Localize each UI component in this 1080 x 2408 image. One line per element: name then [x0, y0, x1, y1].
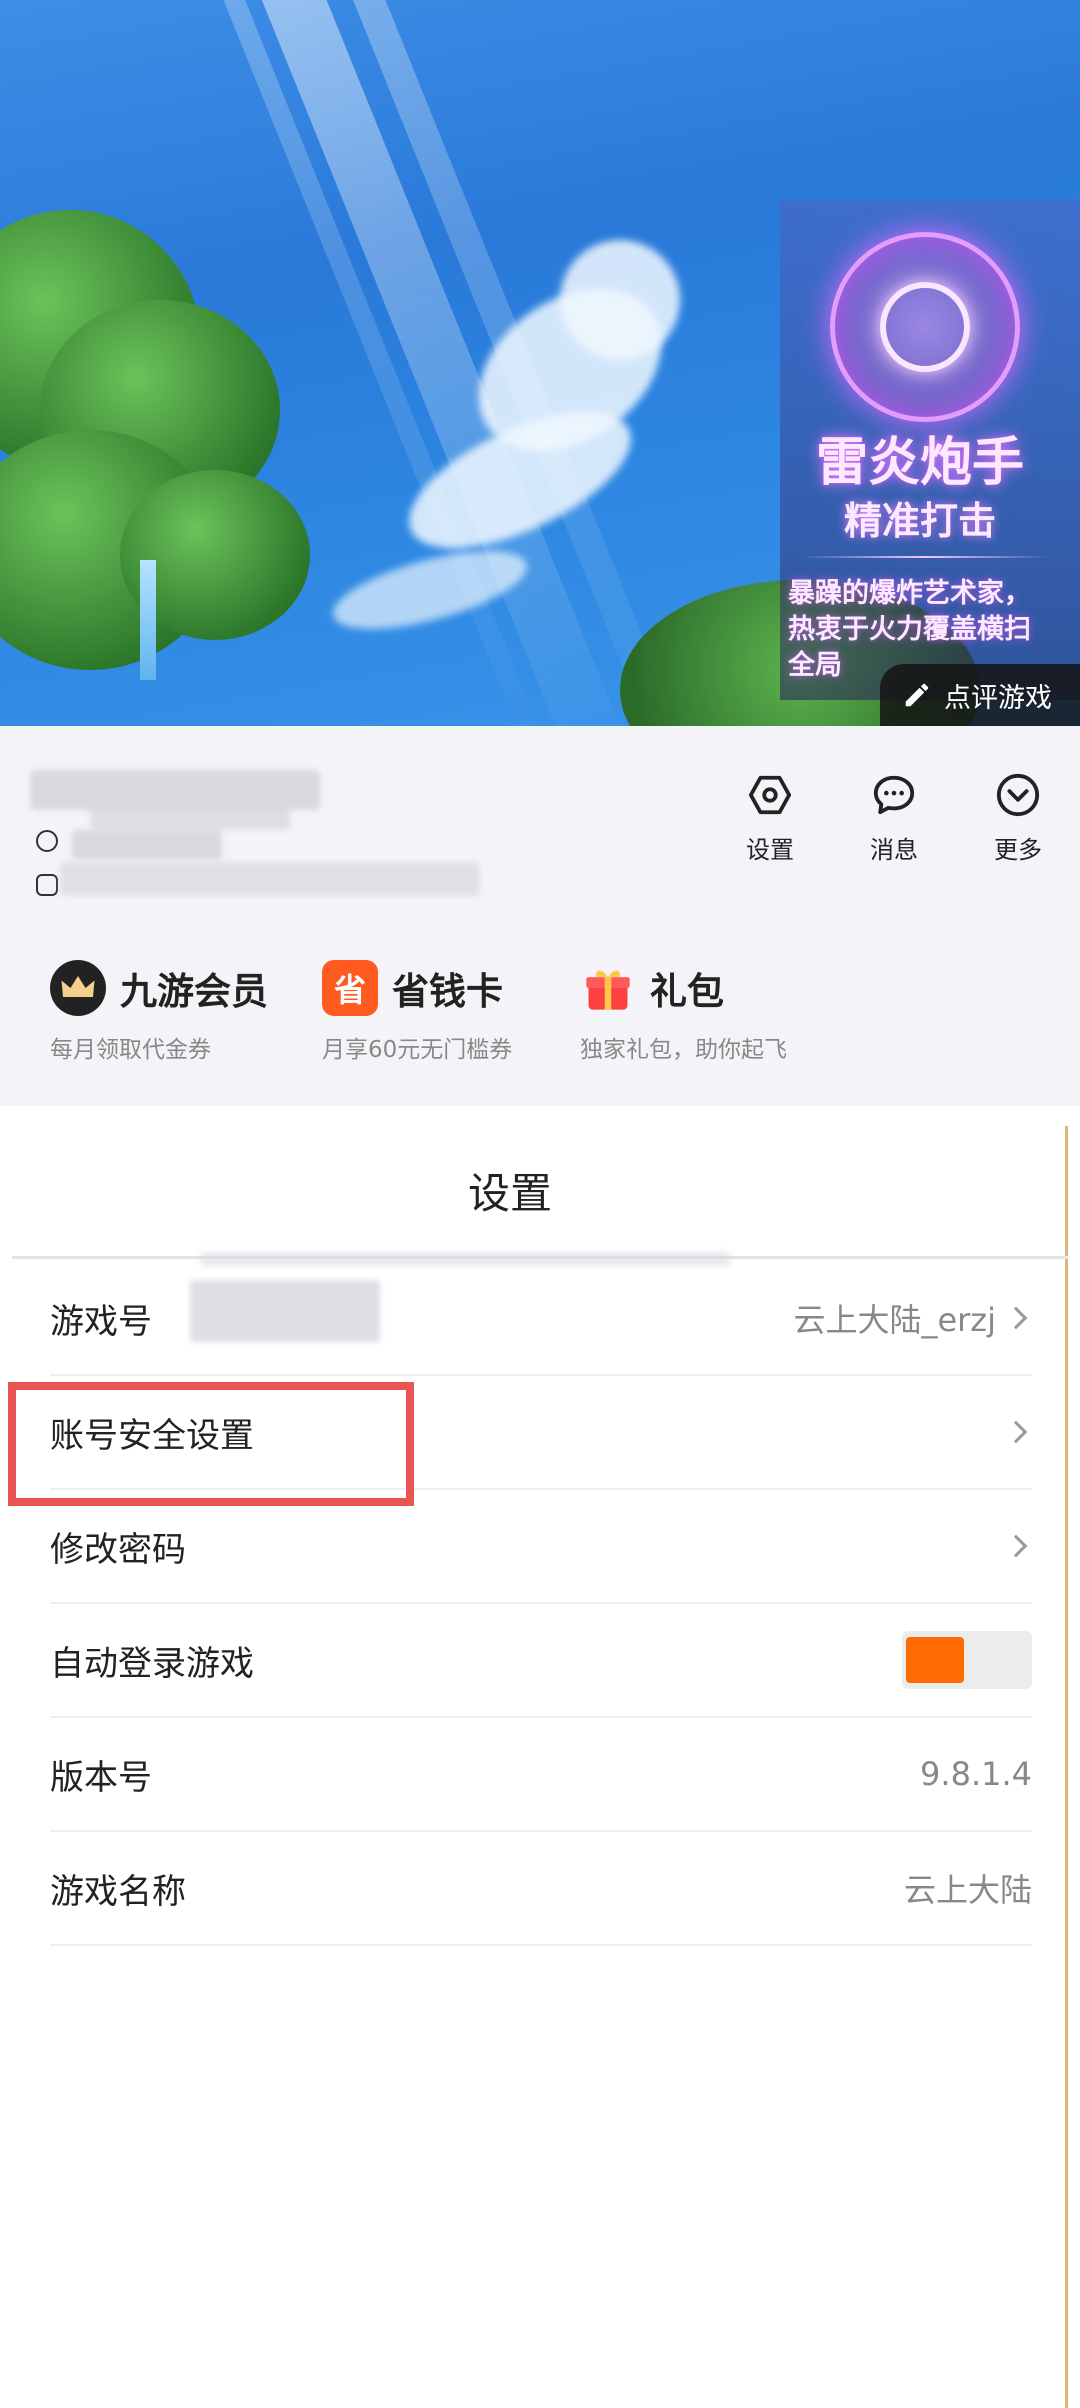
redacted-info — [60, 862, 480, 896]
version-value: 9.8.1.4 — [920, 1755, 1032, 1793]
redacted-username — [90, 800, 290, 830]
review-label: 点评游戏 — [944, 682, 1052, 714]
row-value — [1004, 1420, 1032, 1444]
skill-title: 雷炎炮手 — [815, 432, 1024, 493]
settings-row-version: 版本号 9.8.1.4 — [50, 1718, 1032, 1832]
waterfall — [140, 560, 156, 680]
skill-divider — [800, 556, 1050, 558]
redacted-game-id — [190, 1280, 380, 1342]
more-action-button[interactable]: 更多 — [978, 772, 1058, 865]
perk-desc: 每月领取代金券 — [50, 1037, 211, 1063]
row-value: 云上大陆_erzj — [793, 1295, 1032, 1341]
settings-row-change-password[interactable]: 修改密码 — [50, 1490, 1032, 1604]
toggle-knob — [906, 1637, 964, 1683]
row-label: 自动登录游戏 — [50, 1643, 254, 1684]
panel-edge — [1065, 1126, 1068, 2408]
perk-gift[interactable]: 礼包 独家礼包，助你起飞 — [580, 960, 787, 1064]
chevron-down-circle-icon — [996, 773, 1040, 817]
review-game-button[interactable]: 点评游戏 — [880, 664, 1080, 726]
chat-bubble-icon — [873, 775, 915, 815]
settings-action-button[interactable]: 设置 — [730, 772, 810, 865]
perk-title: 礼包 — [650, 970, 724, 1013]
more-action-label: 更多 — [994, 836, 1042, 864]
settings-title: 设置 — [467, 1169, 552, 1218]
cannon-emblem-icon — [830, 232, 1020, 422]
row-label: 版本号 — [50, 1757, 152, 1798]
skill-subtitle: 精准打击 — [843, 498, 996, 543]
row-label: 修改密码 — [50, 1529, 186, 1570]
row-label: 游戏名称 — [50, 1871, 186, 1912]
gamepad-icon — [36, 874, 58, 896]
auto-login-toggle[interactable] — [902, 1631, 1032, 1689]
highlight-box — [8, 1382, 414, 1506]
settings-row-auto-login: 自动登录游戏 — [50, 1604, 1032, 1718]
redacted-info — [72, 830, 222, 860]
clock-icon — [36, 830, 58, 852]
perk-desc: 独家礼包，助你起飞 — [580, 1037, 787, 1063]
row-label: 游戏号 — [50, 1301, 152, 1342]
skill-desc-line: 暴躁的爆炸艺术家， — [788, 578, 1031, 609]
save-card-icon: 省 — [322, 960, 378, 1016]
row-value — [1004, 1534, 1032, 1558]
messages-action-button[interactable]: 消息 — [854, 772, 934, 865]
pencil-icon — [905, 683, 929, 707]
perk-title: 省钱卡 — [392, 970, 503, 1013]
settings-action-label: 设置 — [746, 836, 794, 864]
chevron-right-icon — [1004, 1420, 1028, 1444]
messages-action-label: 消息 — [870, 836, 918, 864]
chevron-right-icon — [1004, 1306, 1028, 1330]
cloud — [325, 535, 535, 645]
settings-hexagon-icon — [748, 775, 792, 815]
crown-icon — [50, 960, 106, 1016]
game-id-value: 云上大陆_erzj — [793, 1301, 996, 1339]
perk-desc: 月享60元无门槛券 — [322, 1037, 513, 1063]
gift-icon — [580, 960, 636, 1016]
perk-save-card[interactable]: 省 省钱卡 月享60元无门槛券 — [322, 960, 512, 1064]
game-name-value: 云上大陆 — [903, 1871, 1032, 1909]
game-banner: 雷炎炮手 精准打击 暴躁的爆炸艺术家， 热衷于火力覆盖横扫 全局 点评游戏 — [0, 0, 1080, 726]
chevron-right-icon — [1004, 1534, 1028, 1558]
settings-row-game-name: 游戏名称 云上大陆 — [50, 1832, 1032, 1946]
skill-desc-line: 热衷于火力覆盖横扫 — [788, 614, 1031, 645]
perk-title: 九游会员 — [120, 970, 268, 1013]
perk-vip[interactable]: 九游会员 每月领取代金券 — [50, 960, 268, 1064]
